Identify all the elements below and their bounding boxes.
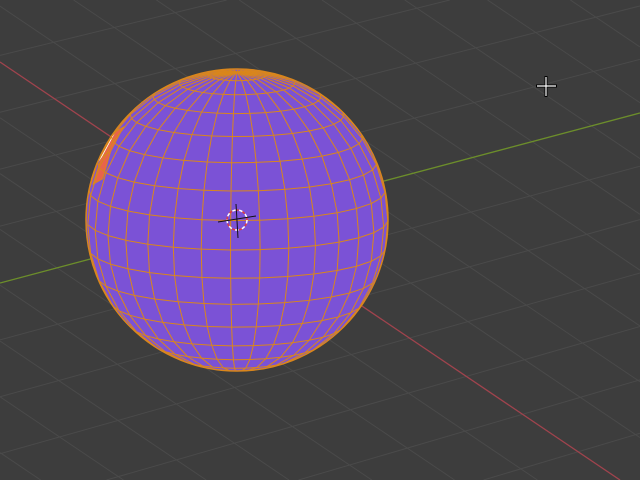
grid-line [0, 452, 41, 480]
grid-line [570, 0, 640, 48]
grid-line [0, 396, 124, 480]
grid-line [0, 340, 207, 480]
3d-viewport[interactable] [0, 0, 640, 480]
crosshair-cursor-icon [536, 76, 557, 97]
grid-line [298, 379, 640, 480]
mesh-edge [207, 161, 232, 164]
mesh-edge [230, 162, 233, 192]
mesh-edge [207, 325, 232, 328]
mesh-edge [211, 135, 233, 138]
mesh-edge [211, 344, 233, 347]
mesh-edge [200, 249, 203, 278]
grid-line [487, 0, 640, 104]
mesh-edge [245, 93, 257, 96]
viewport-scene[interactable] [0, 0, 640, 480]
mesh-edge [200, 219, 203, 250]
mesh-edge [230, 304, 233, 328]
grid-line [0, 0, 227, 56]
